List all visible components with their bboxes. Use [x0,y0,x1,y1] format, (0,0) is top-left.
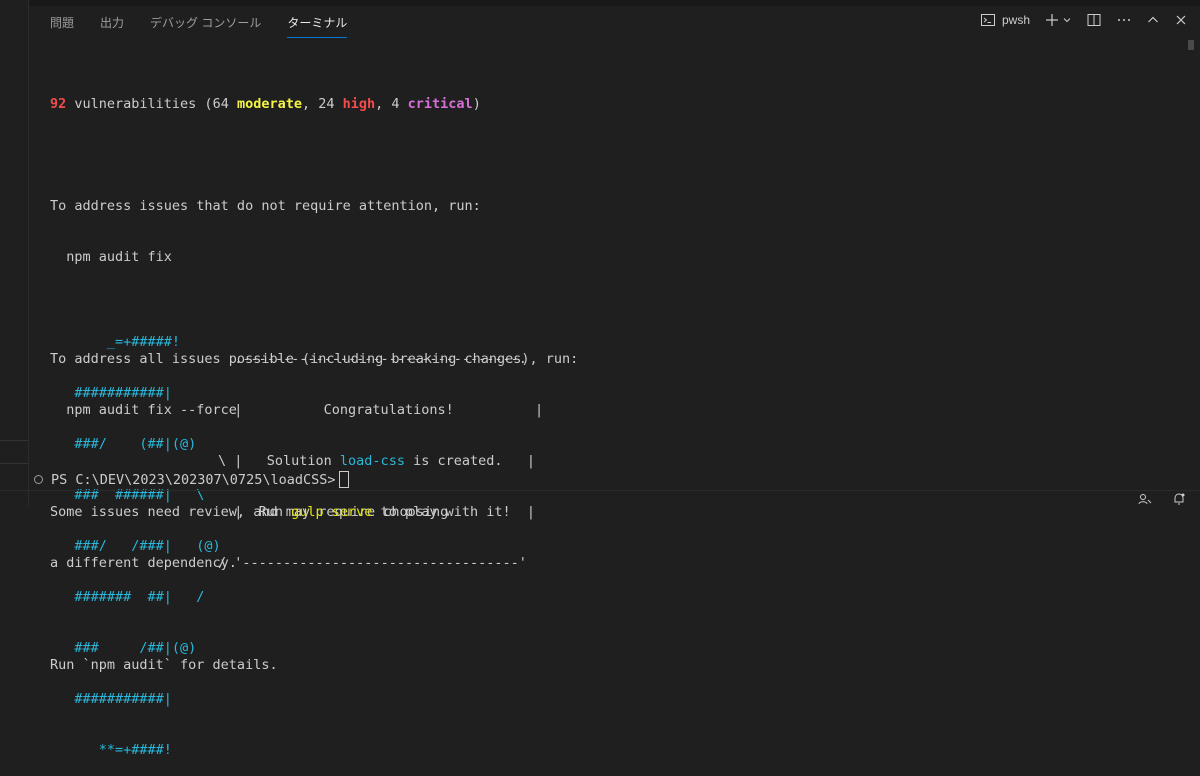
terminal-line: npm audit fix [50,249,172,265]
top-strip [0,0,1200,6]
solution-name: load-css [339,453,405,469]
more-icon [1116,12,1132,28]
notifications-bell-icon[interactable] [1172,492,1186,511]
command-decoration-icon[interactable] [34,475,43,484]
gulp-command: gulp serve [291,504,373,520]
panel-tabs: 問題 出力 デバッグ コンソール ターミナル [50,14,373,38]
tab-problems[interactable]: 問題 [50,14,74,38]
terminal-shell-button[interactable]: pwsh [980,12,1030,28]
close-panel-button[interactable] [1174,13,1188,27]
tab-output[interactable]: 出力 [100,14,124,38]
status-separator [0,490,1200,491]
terminal-line: To address issues that do not require at… [50,198,481,214]
chevron-down-icon[interactable] [1062,15,1072,25]
split-terminal-button[interactable] [1086,12,1102,28]
congratulations-box: .----------------------------------. | C… [218,351,544,571]
tab-terminal[interactable]: ターミナル [287,14,348,38]
plus-icon [1044,12,1060,28]
activity-edge [0,0,29,507]
more-actions-button[interactable] [1116,12,1132,28]
terminal-icon [980,12,996,28]
prompt-path: PS C:\DEV\2023\202307\0725\loadCSS> [51,471,336,488]
ascii-art-logo: _=+#####! ###########| ###/ (##|(@) ### … [50,334,221,758]
tab-debug-console[interactable]: デバッグ コンソール [150,14,261,38]
shell-label: pwsh [1001,13,1030,27]
status-bar-icons [1138,492,1186,511]
accounts-icon[interactable] [1138,492,1152,511]
split-icon [1086,12,1102,28]
panel-actions: pwsh [980,12,1188,28]
chevron-up-icon [1146,13,1160,27]
new-terminal-button[interactable] [1044,12,1072,28]
terminal-cursor [339,471,350,488]
terminal-prompt[interactable]: PS C:\DEV\2023\202307\0725\loadCSS> [34,471,350,488]
close-icon [1174,13,1188,27]
vulnerability-summary: 92 vulnerabilities (64 moderate, 24 high… [50,96,481,112]
scrollbar-thumb[interactable] [1188,40,1194,50]
maximize-panel-button[interactable] [1146,13,1160,27]
